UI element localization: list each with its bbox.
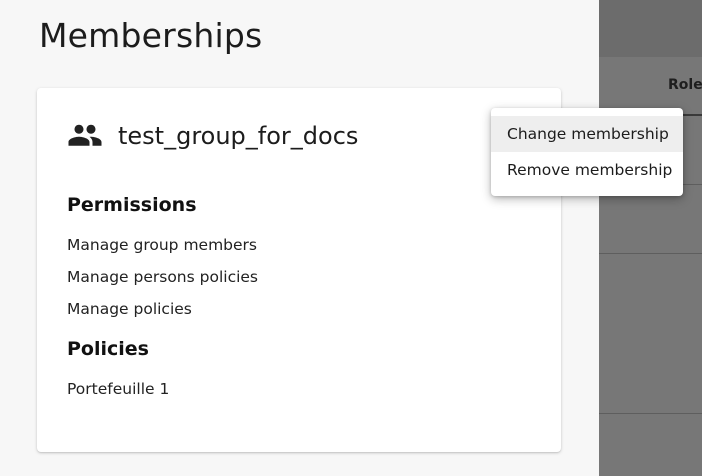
background-row-divider [599, 253, 702, 254]
group-name: test_group_for_docs [118, 122, 359, 150]
membership-card: test_group_for_docs Permissions Manage g… [37, 88, 561, 452]
background-row-divider [599, 413, 702, 414]
group-icon [68, 124, 102, 146]
permissions-heading: Permissions [67, 194, 197, 216]
membership-context-menu: Change membership Remove membership [491, 108, 683, 196]
permission-item: Manage policies [67, 300, 192, 318]
remove-membership-menu-item[interactable]: Remove membership [491, 152, 683, 188]
background-topbar [599, 0, 702, 57]
viewport: r Role Memberships test_group_for_docs P… [0, 0, 702, 476]
permission-item: Manage persons policies [67, 268, 259, 286]
change-membership-menu-item[interactable]: Change membership [491, 116, 683, 152]
permission-item: Manage group members [67, 236, 257, 254]
policy-item: Portefeuille 1 [67, 380, 170, 398]
policies-heading: Policies [67, 338, 149, 360]
background-column-header-role: Role [668, 77, 702, 93]
memberships-drawer: Memberships test_group_for_docs Permissi… [0, 0, 599, 476]
modal-backdrop[interactable]: r Role [599, 0, 702, 476]
drawer-title: Memberships [39, 16, 263, 55]
